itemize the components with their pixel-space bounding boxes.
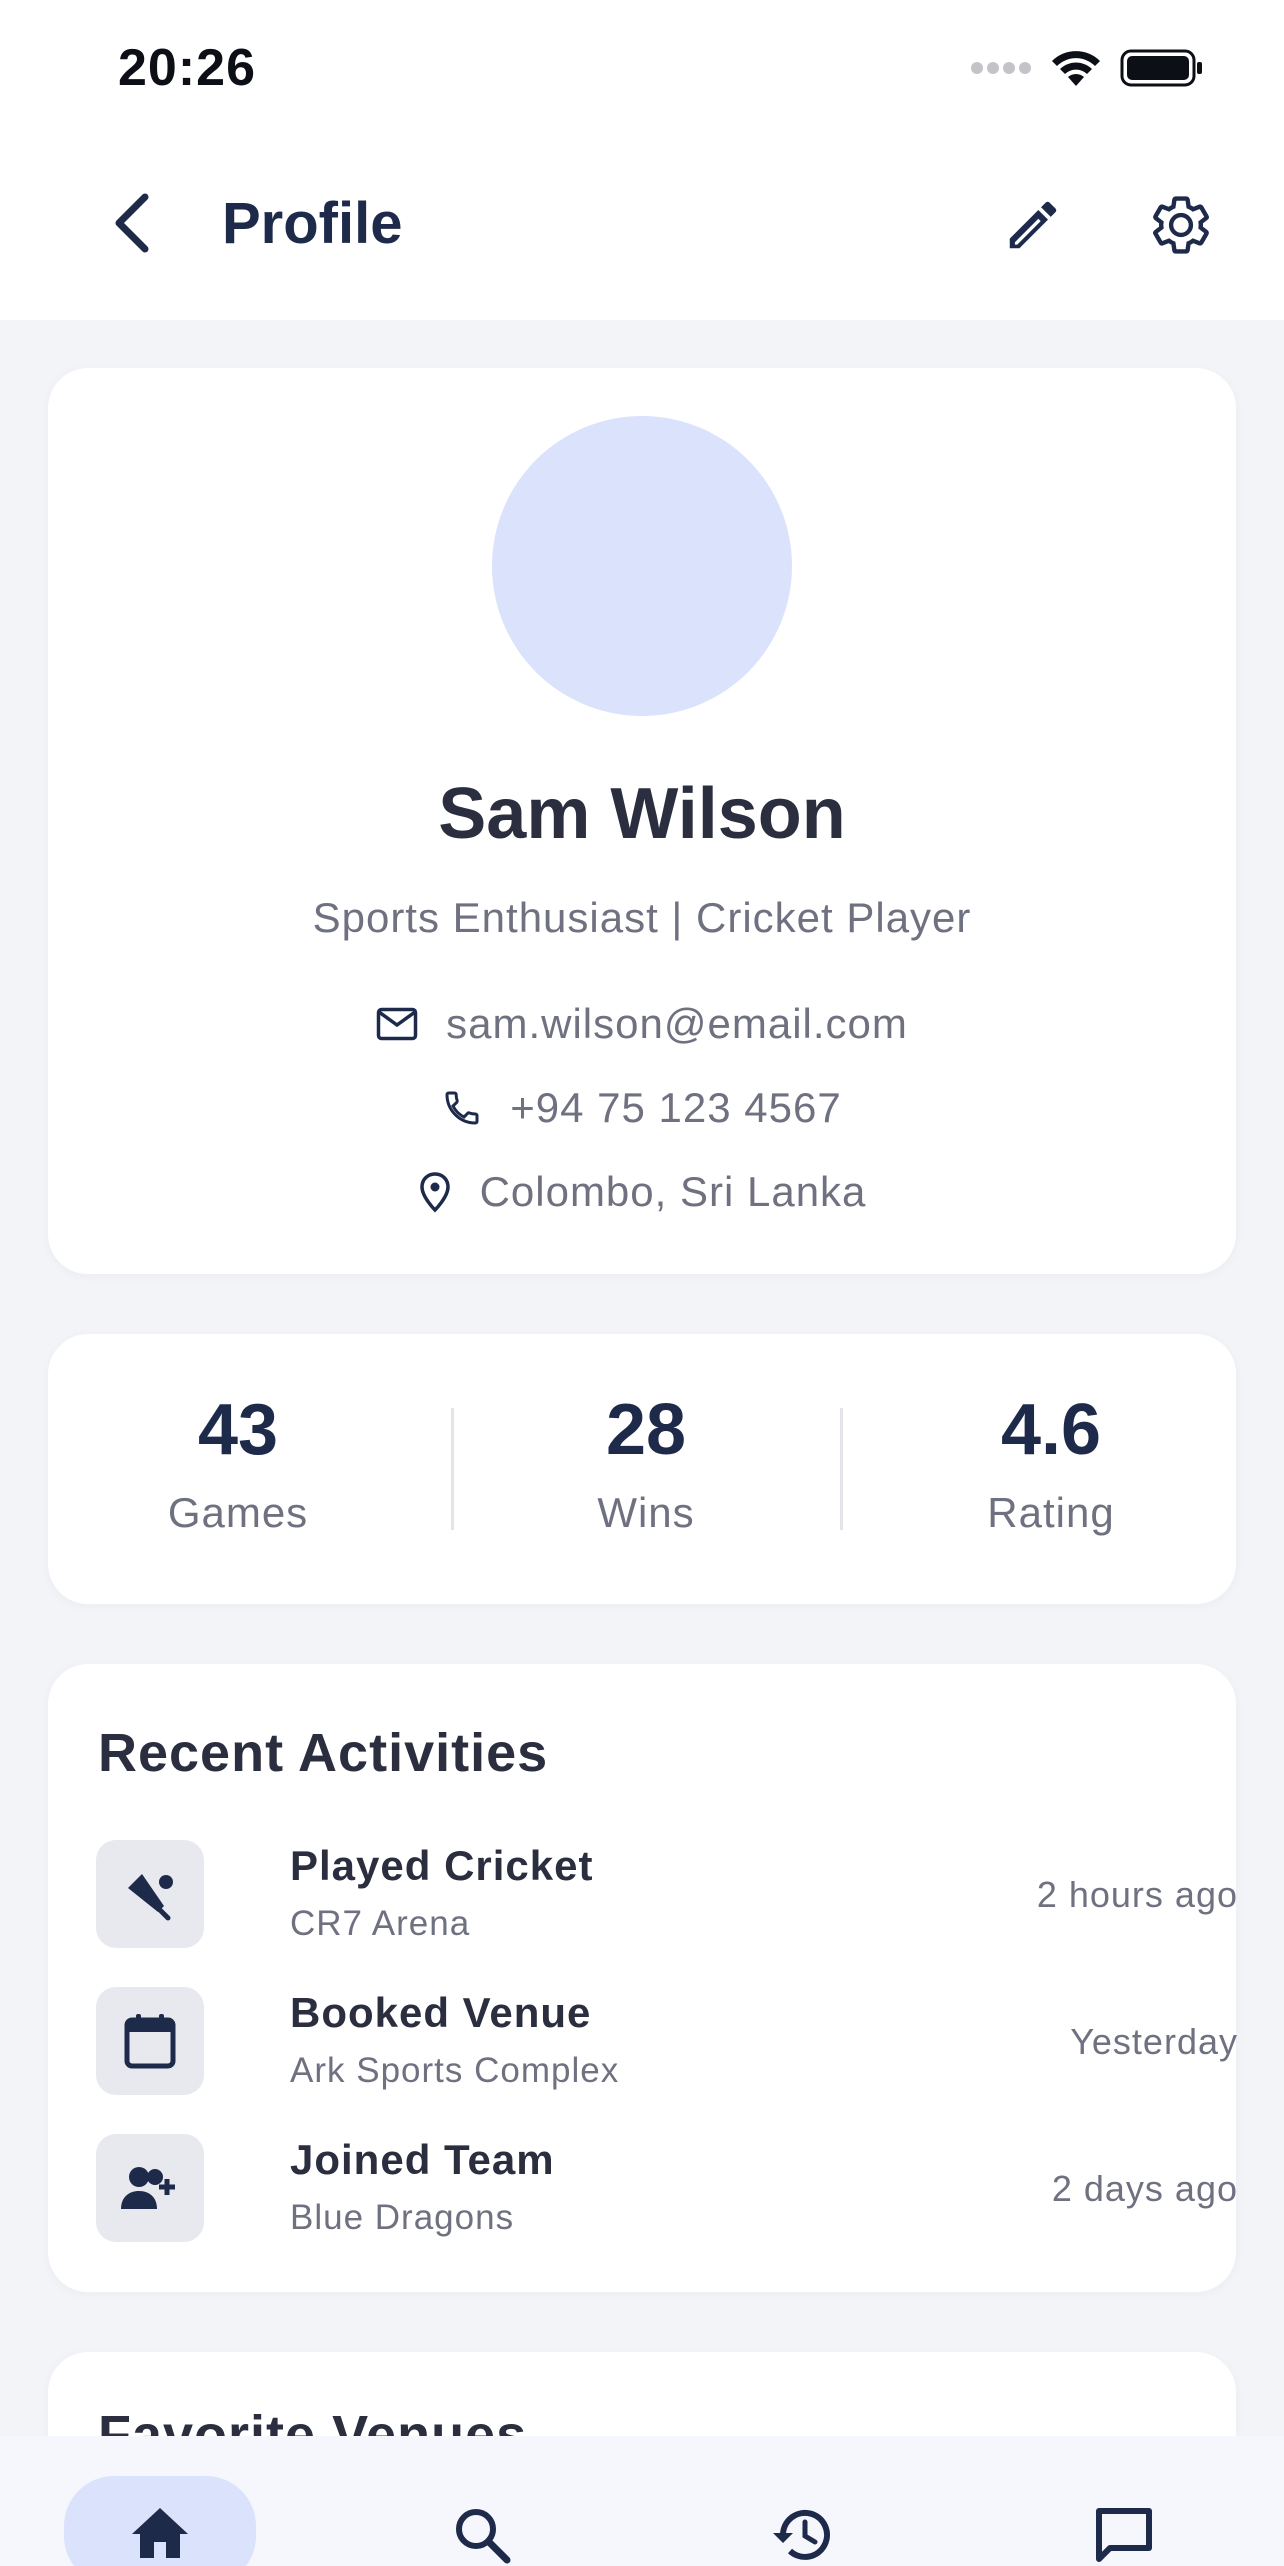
location-text: Colombo, Sri Lanka: [479, 1168, 867, 1215]
activity-time: Yesterday: [1070, 2021, 1238, 2062]
app-bar: Profile: [0, 150, 1284, 320]
cricket-icon: [128, 1874, 173, 1921]
activity-icon-box: [96, 2134, 204, 2242]
stat-divider: [840, 1408, 843, 1530]
contact-phone-row: +94 75 123 4567: [48, 1084, 1236, 1132]
stat-games: 43 Games: [88, 1389, 388, 1537]
stat-value: 43: [197, 1390, 279, 1470]
nav-search[interactable]: [432, 2476, 532, 2566]
nav-chat[interactable]: [1074, 2476, 1174, 2566]
activity-icon-box: [96, 1987, 204, 2095]
phone-icon: [445, 1091, 479, 1125]
nav-home[interactable]: [64, 2476, 256, 2566]
avatar[interactable]: [492, 416, 792, 716]
activity-icon-box: [96, 1840, 204, 1948]
bottom-navigation: [0, 2436, 1284, 2566]
page-title: Profile: [222, 191, 403, 256]
contact-location-row: Colombo, Sri Lanka: [48, 1168, 1236, 1216]
battery-icon: [1120, 49, 1202, 87]
history-icon: [773, 2509, 830, 2560]
stat-label: Games: [167, 1489, 309, 1536]
stats-card: 43 Games 28 Wins 4.6 Rating: [48, 1334, 1236, 1604]
activity-item[interactable]: Played Cricket CR7 Arena 2 hours ago: [96, 1840, 1238, 1950]
phone-text: +94 75 123 4567: [510, 1084, 842, 1131]
recent-activities-card: Recent Activities Played Cricket CR7 Are…: [48, 1664, 1238, 2292]
status-time: 20:26: [118, 39, 256, 97]
calendar-icon: [124, 2014, 176, 2069]
stat-label: Wins: [597, 1489, 695, 1536]
contact-email-row: sam.wilson@email.com: [48, 1000, 1236, 1048]
pencil-icon: [1009, 201, 1057, 249]
chat-icon: [1096, 2508, 1152, 2562]
nav-history[interactable]: [752, 2476, 852, 2566]
profile-card: Sam Wilson Sports Enthusiast | Cricket P…: [48, 368, 1236, 1274]
wifi-icon: [1052, 51, 1100, 86]
search-icon: [456, 2509, 511, 2564]
profile-name: Sam Wilson: [438, 774, 846, 854]
activity-subtitle: Ark Sports Complex: [290, 2051, 620, 2090]
stat-rating: 4.6 Rating: [901, 1389, 1201, 1537]
mail-icon: [376, 1007, 418, 1041]
stat-value: 4.6: [1000, 1390, 1102, 1470]
stat-value: 28: [605, 1390, 687, 1470]
edit-profile-button[interactable]: [998, 190, 1068, 260]
activity-subtitle: CR7 Arena: [290, 1904, 471, 1943]
status-bar: 20:26: [0, 0, 1284, 150]
email-text: sam.wilson@email.com: [446, 1000, 908, 1047]
activity-item[interactable]: Joined Team Blue Dragons 2 days ago: [96, 2134, 1238, 2244]
back-arrow-icon: [115, 193, 149, 253]
stat-wins: 28 Wins: [496, 1389, 796, 1537]
back-button[interactable]: [96, 188, 166, 258]
activity-subtitle: Blue Dragons: [290, 2198, 515, 2237]
profile-tagline: Sports Enthusiast | Cricket Player: [312, 894, 972, 941]
settings-button[interactable]: [1146, 190, 1216, 260]
section-title: Recent Activities: [98, 1723, 549, 1783]
activity-title: Joined Team: [290, 2136, 555, 2183]
location-pin-icon: [419, 1172, 450, 1213]
activity-item[interactable]: Booked Venue Ark Sports Complex Yesterda…: [96, 1987, 1238, 2097]
home-icon: [132, 2508, 188, 2558]
activity-time: 2 hours ago: [1036, 1874, 1238, 1915]
stat-label: Rating: [987, 1489, 1115, 1536]
cellular-signal-icon: [971, 62, 1031, 74]
status-icons: [970, 48, 1204, 88]
stat-divider: [451, 1408, 454, 1530]
add-person-icon: [121, 2167, 175, 2209]
activity-time: 2 days ago: [1051, 2168, 1238, 2209]
activity-title: Played Cricket: [290, 1842, 594, 1889]
gear-icon: [1153, 196, 1209, 254]
activity-title: Booked Venue: [290, 1989, 592, 2036]
